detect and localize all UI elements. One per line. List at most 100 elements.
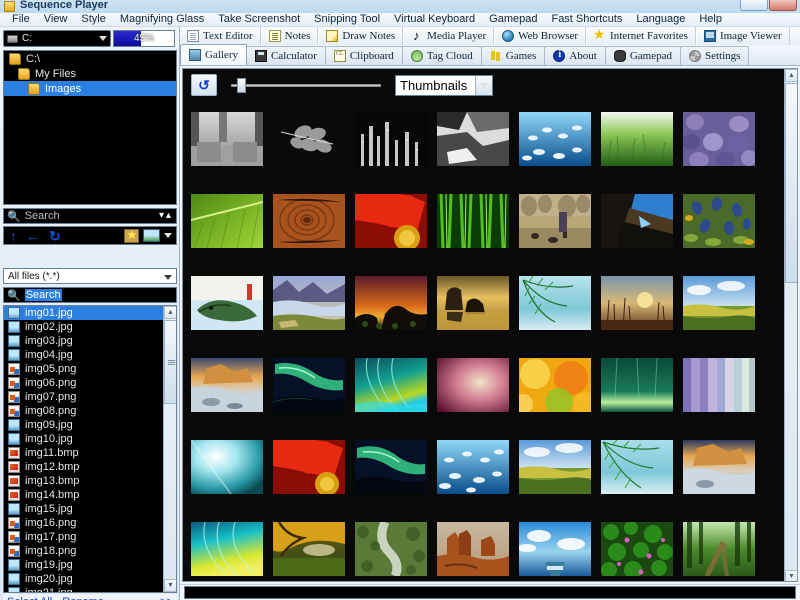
thumbnail-image[interactable] — [519, 358, 591, 412]
list-item[interactable]: img20.jpg — [4, 572, 176, 586]
thumbnail-cell[interactable] — [355, 431, 427, 503]
thumbnail-cell[interactable] — [683, 431, 755, 503]
thumbnail-cell[interactable] — [519, 431, 591, 503]
list-item[interactable]: img06.png — [4, 376, 176, 390]
drive-select[interactable]: C: — [3, 30, 111, 47]
thumbnail-image[interactable] — [273, 194, 345, 248]
thumbnail-image[interactable] — [273, 522, 345, 576]
list-item[interactable]: img08.png — [4, 404, 176, 418]
search-filter-input[interactable]: 🔍 Search — [3, 287, 177, 303]
apptab-internet-favorites[interactable]: Internet Favorites — [586, 27, 696, 45]
scroll-up-icon[interactable]: ▲ — [164, 306, 177, 319]
list-item[interactable]: img15.jpg — [4, 502, 176, 516]
tab-gamepad[interactable]: Gamepad — [605, 46, 681, 65]
tree-item-root[interactable]: C:\ — [4, 51, 176, 66]
file-filter-select[interactable]: All files (*.*) — [3, 268, 177, 284]
rename-link[interactable]: Rename — [62, 596, 104, 600]
tree-item-my-files[interactable]: My Files — [4, 66, 176, 81]
list-item[interactable]: img14.bmp — [4, 488, 176, 502]
thumbnail-image[interactable] — [519, 276, 591, 330]
thumbnail-cell[interactable] — [355, 513, 427, 582]
thumbnail-image[interactable] — [519, 440, 591, 494]
thumbnail-cell[interactable] — [601, 349, 673, 421]
list-item[interactable]: img03.jpg — [4, 334, 176, 348]
thumbnail-image[interactable] — [601, 440, 673, 494]
menu-view[interactable]: View — [37, 13, 75, 26]
menu-fast-shortcuts[interactable]: Fast Shortcuts — [544, 13, 629, 26]
thumbnail-cell[interactable] — [683, 267, 755, 339]
close-button[interactable] — [769, 0, 797, 11]
thumbnail-image[interactable] — [437, 440, 509, 494]
apptab-text-editor[interactable]: Text Editor — [180, 27, 261, 45]
thumbnail-image[interactable] — [437, 276, 509, 330]
thumbnail-image[interactable] — [601, 112, 673, 166]
menu-help[interactable]: Help — [692, 13, 729, 26]
thumbnail-image[interactable] — [683, 358, 755, 412]
menu-language[interactable]: Language — [629, 13, 692, 26]
thumbnail-image[interactable] — [519, 112, 591, 166]
apptab-media-player[interactable]: Media Player — [403, 27, 494, 45]
select-all-link[interactable]: Select All — [7, 596, 52, 600]
thumbnail-cell[interactable] — [191, 185, 263, 257]
apptab-image-viewer[interactable]: Image Viewer — [696, 27, 790, 45]
thumbnail-image[interactable] — [191, 358, 263, 412]
thumbnail-cell[interactable] — [519, 103, 591, 175]
thumbnail-image[interactable] — [355, 194, 427, 248]
thumbnail-cell[interactable] — [437, 349, 509, 421]
search-spinner[interactable]: ▾▴ — [159, 209, 173, 223]
chevron-down-icon[interactable] — [164, 233, 172, 238]
thumbnail-cell[interactable] — [601, 267, 673, 339]
thumbnail-cell[interactable] — [683, 513, 755, 582]
favorites-star-icon[interactable] — [124, 229, 139, 243]
thumbnail-cell[interactable] — [273, 513, 345, 582]
scroll-thumb[interactable] — [785, 83, 798, 283]
thumbnail-cell[interactable] — [601, 431, 673, 503]
scroll-thumb[interactable] — [164, 320, 177, 404]
status-field[interactable] — [184, 586, 796, 599]
tab-tag-cloud[interactable]: Tag Cloud — [402, 46, 482, 65]
thumbnail-cell[interactable] — [191, 431, 263, 503]
slider-knob[interactable] — [237, 78, 246, 93]
thumbnail-image[interactable] — [601, 276, 673, 330]
list-item[interactable]: img13.bmp — [4, 474, 176, 488]
up-arrow-icon[interactable]: ↑ — [10, 229, 17, 243]
thumbnail-image[interactable] — [273, 440, 345, 494]
thumbnail-image[interactable] — [601, 358, 673, 412]
minimize-button[interactable] — [740, 0, 768, 11]
thumbnail-cell[interactable] — [437, 185, 509, 257]
list-item[interactable]: img01.jpg — [4, 306, 176, 320]
tab-games[interactable]: Games — [481, 46, 546, 65]
thumbnail-cell[interactable] — [355, 267, 427, 339]
thumbnail-cell[interactable] — [273, 267, 345, 339]
menu-file[interactable]: File — [5, 13, 37, 26]
thumbnail-cell[interactable] — [683, 103, 755, 175]
thumbnail-image[interactable] — [191, 440, 263, 494]
menu-magnifying-glass[interactable]: Magnifying Glass — [113, 13, 211, 26]
thumbnail-image[interactable] — [191, 194, 263, 248]
apptab-draw-notes[interactable]: Draw Notes — [318, 27, 403, 45]
thumbnail-image[interactable] — [601, 522, 673, 576]
thumbnail-cell[interactable] — [601, 513, 673, 582]
file-list[interactable]: img01.jpg img02.jpg img03.jpg img04.jpg … — [3, 305, 177, 593]
thumbnail-image[interactable] — [437, 358, 509, 412]
list-item[interactable]: img11.bmp — [4, 446, 176, 460]
menu-style[interactable]: Style — [74, 13, 112, 26]
tab-clipboard[interactable]: Clipboard — [325, 46, 403, 65]
thumbnail-cell[interactable] — [437, 431, 509, 503]
thumbnail-cell[interactable] — [437, 267, 509, 339]
thumbnail-cell[interactable] — [683, 185, 755, 257]
list-item[interactable]: img02.jpg — [4, 320, 176, 334]
scroll-up-icon[interactable]: ▲ — [785, 69, 798, 82]
thumbnail-image[interactable] — [437, 522, 509, 576]
apptab-web-browser[interactable]: Web Browser — [494, 27, 586, 45]
thumbnail-image[interactable] — [437, 194, 509, 248]
thumbnail-cell[interactable] — [437, 103, 509, 175]
search-input[interactable]: 🔍 Search ▾▴ — [3, 208, 177, 224]
thumbnail-cell[interactable] — [273, 103, 345, 175]
menu-gamepad[interactable]: Gamepad — [482, 13, 544, 26]
thumbnail-cell[interactable] — [519, 267, 591, 339]
thumbnail-cell[interactable] — [191, 349, 263, 421]
thumbnail-cell[interactable] — [191, 103, 263, 175]
thumbnail-cell[interactable] — [355, 103, 427, 175]
image-preview-icon[interactable] — [143, 229, 160, 242]
